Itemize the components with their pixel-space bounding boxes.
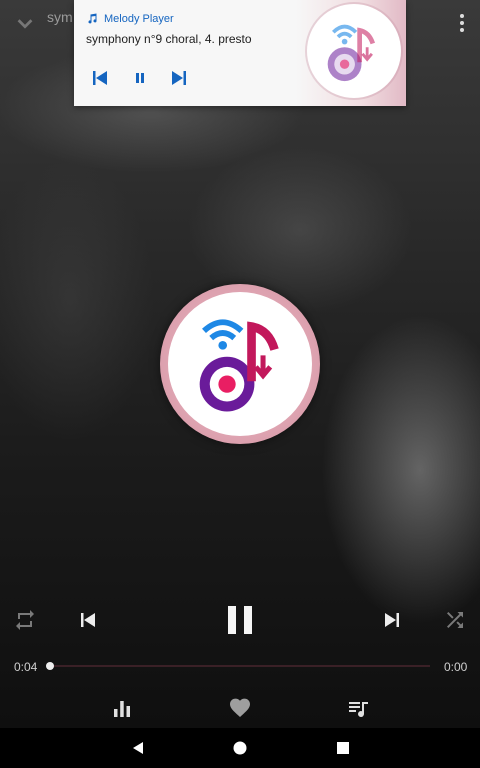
seek-thumb[interactable] xyxy=(46,662,54,670)
album-art-inner xyxy=(168,292,312,436)
pause-icon[interactable] xyxy=(128,66,152,90)
app-logo-icon xyxy=(327,24,376,82)
album-art xyxy=(160,284,320,444)
equalizer-icon[interactable] xyxy=(110,697,134,721)
repeat-icon[interactable] xyxy=(12,608,38,632)
notification-song-title: symphony n°9 choral, 4. presto xyxy=(86,32,252,46)
skip-next-icon[interactable] xyxy=(380,608,404,632)
media-notification[interactable]: Melody Player symphony n°9 choral, 4. pr… xyxy=(74,0,406,106)
skip-next-icon[interactable] xyxy=(167,66,191,90)
overflow-menu-icon[interactable] xyxy=(458,14,466,36)
pause-icon[interactable] xyxy=(222,600,258,640)
song-title-top: sym xyxy=(47,9,73,25)
skip-previous-icon[interactable] xyxy=(76,608,100,632)
music-note-icon xyxy=(88,13,97,24)
heart-icon[interactable] xyxy=(228,696,252,720)
total-duration: 0:00 xyxy=(444,660,468,674)
seek-bar[interactable] xyxy=(50,665,430,667)
system-nav-bar xyxy=(0,728,480,768)
notification-app-name: Melody Player xyxy=(104,13,174,25)
notification-header: Melody Player xyxy=(86,12,174,26)
skip-previous-icon[interactable] xyxy=(88,66,112,90)
back-icon[interactable] xyxy=(130,740,146,756)
playlist-icon[interactable] xyxy=(346,697,372,721)
app-logo-icon xyxy=(199,319,279,412)
chevron-down-icon[interactable] xyxy=(14,12,36,34)
recents-icon[interactable] xyxy=(336,741,350,755)
shuffle-icon[interactable] xyxy=(442,608,468,632)
home-icon[interactable] xyxy=(232,740,248,756)
notification-album-art xyxy=(307,4,401,98)
elapsed-time: 0:04 xyxy=(14,660,38,674)
